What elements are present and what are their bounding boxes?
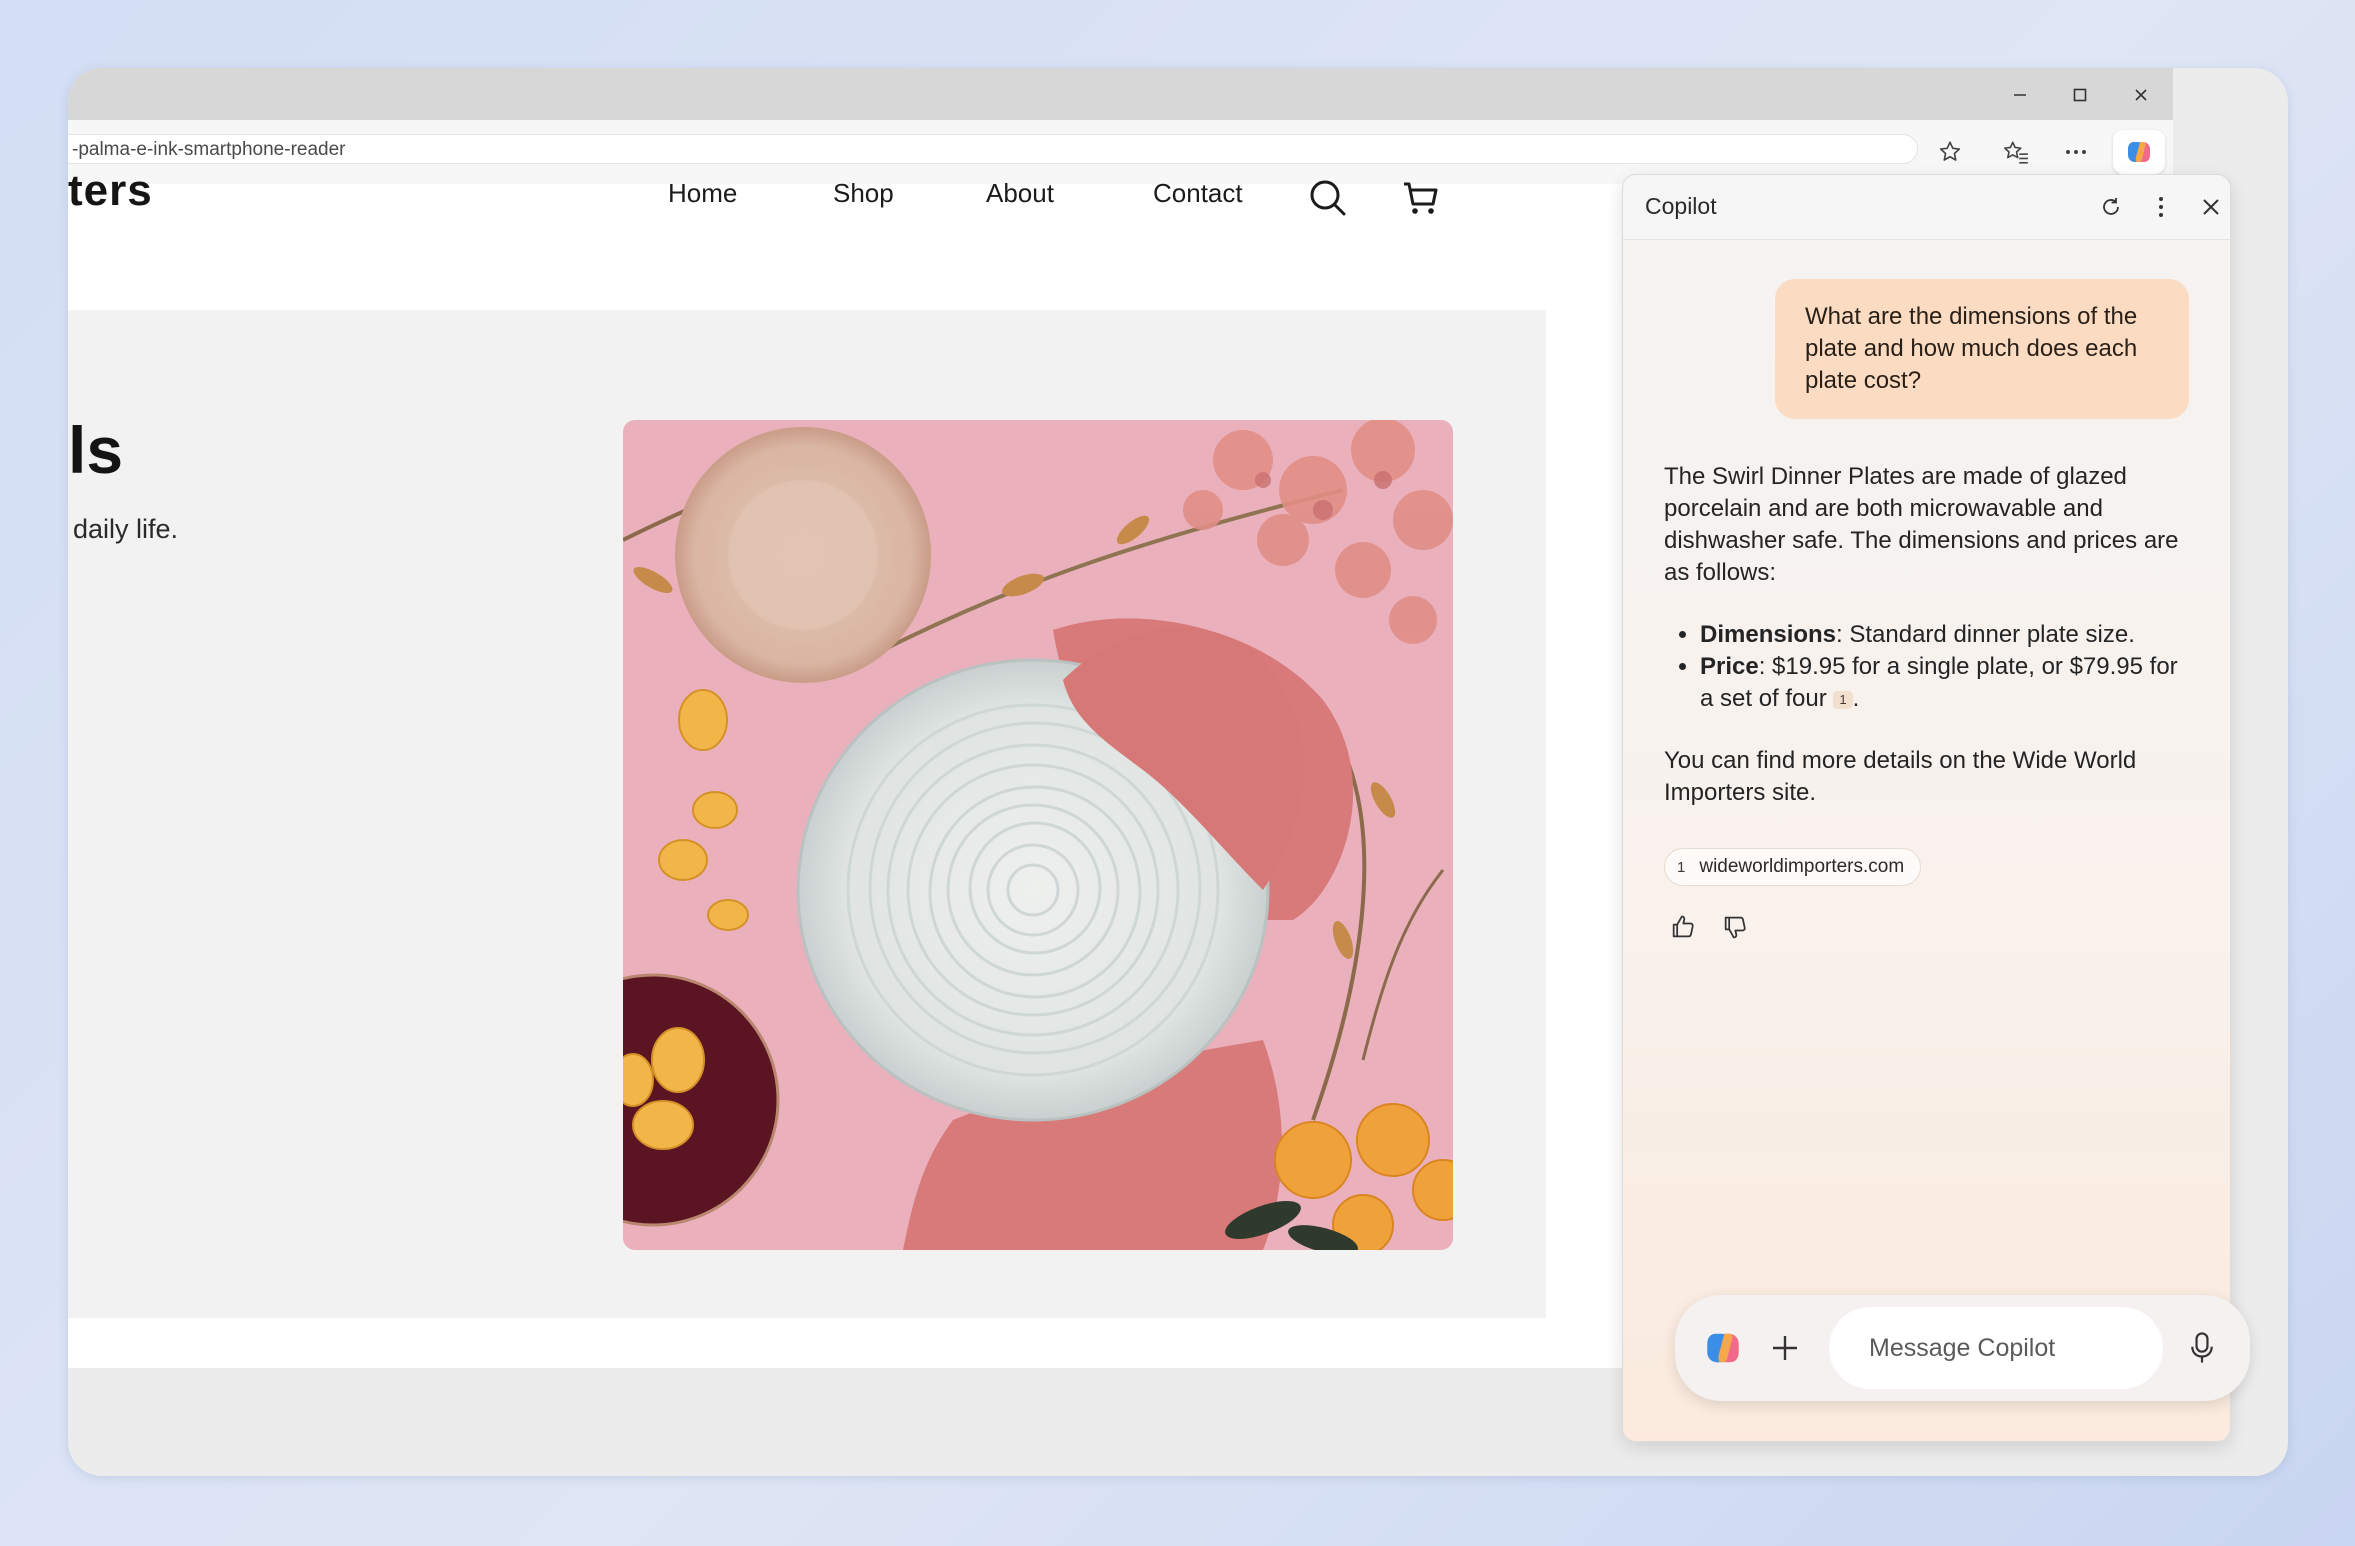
settings-more-button[interactable]: [2056, 134, 2096, 170]
thumbs-up-icon: [1672, 915, 1694, 938]
citation-marker[interactable]: 1: [1833, 690, 1853, 709]
favorite-button[interactable]: [1930, 134, 1970, 170]
source-domain: wideworldimporters.com: [1699, 856, 1905, 877]
copilot-more-button[interactable]: [2143, 189, 2179, 225]
minimize-button[interactable]: [2000, 78, 2040, 112]
more-icon: [2066, 150, 2086, 154]
site-logo[interactable]: ters: [68, 164, 153, 218]
copilot-logo-button[interactable]: [1699, 1324, 1747, 1372]
source-number: 1: [1677, 858, 1686, 876]
refresh-icon: [2103, 198, 2119, 215]
message-input[interactable]: [1829, 1307, 2163, 1389]
bullet-text: : $19.95 for a single plate, or $79.95 f…: [1700, 653, 2178, 712]
refresh-button[interactable]: [2093, 189, 2129, 225]
hero-subtitle: daily life.: [73, 514, 179, 544]
copilot-icon: [2128, 142, 2150, 162]
kebab-icon: [2159, 197, 2163, 217]
minimize-icon: [2014, 94, 2026, 96]
close-window-button[interactable]: [2121, 78, 2161, 112]
star-icon: [1939, 141, 1961, 161]
bullet-text: : Standard dinner plate size.: [1836, 621, 2135, 648]
title-bar: [68, 68, 2173, 120]
search-icon: [1310, 180, 1346, 216]
nav-shop[interactable]: Shop: [833, 178, 894, 209]
copilot-pane: Copilot What are the dimensions of the p…: [1622, 174, 2250, 1442]
nav-home[interactable]: Home: [668, 178, 737, 209]
maximize-button[interactable]: [2060, 78, 2100, 112]
cart-button[interactable]: [1398, 175, 1444, 221]
answer-intro: The Swirl Dinner Plates are made of glaz…: [1664, 463, 2179, 586]
copilot-toolbar-button[interactable]: [2113, 130, 2165, 174]
copilot-header: Copilot: [1623, 175, 2230, 240]
favorites-bar-button[interactable]: [1996, 134, 2036, 170]
thumbs-up-button[interactable]: [1663, 907, 1703, 947]
site-search-button[interactable]: [1305, 175, 1351, 221]
favorites-icon: [2003, 141, 2028, 164]
message-composer: [1675, 1295, 2250, 1401]
url-field[interactable]: -palma-e-ink-smartphone-reader: [68, 134, 1918, 164]
mic-icon: [2191, 1332, 2213, 1363]
close-icon: [2203, 199, 2219, 215]
source-link[interactable]: 1 wideworldimporters.com: [1664, 848, 1922, 886]
maximize-icon: [2073, 88, 2087, 102]
list-item: Price: $19.95 for a single plate, or $79…: [1700, 651, 2194, 715]
thumbs-down-button[interactable]: [1715, 907, 1755, 947]
plus-icon: [1773, 1336, 1797, 1360]
copilot-close-button[interactable]: [2193, 189, 2229, 225]
bullet-label: Dimensions: [1700, 621, 1837, 648]
close-icon: [2135, 89, 2147, 101]
nav-about[interactable]: About: [986, 178, 1054, 209]
hero-title: ls: [68, 413, 124, 487]
list-item: Dimensions: Standard dinner plate size.: [1700, 619, 2194, 651]
nav-contact[interactable]: Contact: [1153, 178, 1243, 209]
product-image: [623, 420, 1453, 1250]
answer-list: Dimensions: Standard dinner plate size. …: [1664, 619, 2194, 715]
bullet-trail: .: [1852, 685, 1860, 712]
answer-outro: You can find more details on the Wide Wo…: [1664, 747, 2137, 806]
cart-icon: [1404, 182, 1438, 214]
thumbs-down-icon: [1724, 916, 1746, 939]
mic-button[interactable]: [2178, 1324, 2226, 1372]
copilot-icon: [1707, 1333, 1739, 1363]
add-button[interactable]: [1761, 1324, 1809, 1372]
user-message: What are the dimensions of the plate and…: [1775, 279, 2189, 419]
copilot-title: Copilot: [1645, 193, 1717, 219]
bullet-label: Price: [1700, 653, 1759, 680]
outer-frame: -palma-e-ink-smartphone-reader ters Home: [68, 68, 2288, 1476]
copilot-answer: The Swirl Dinner Plates are made of glaz…: [1664, 461, 2194, 809]
